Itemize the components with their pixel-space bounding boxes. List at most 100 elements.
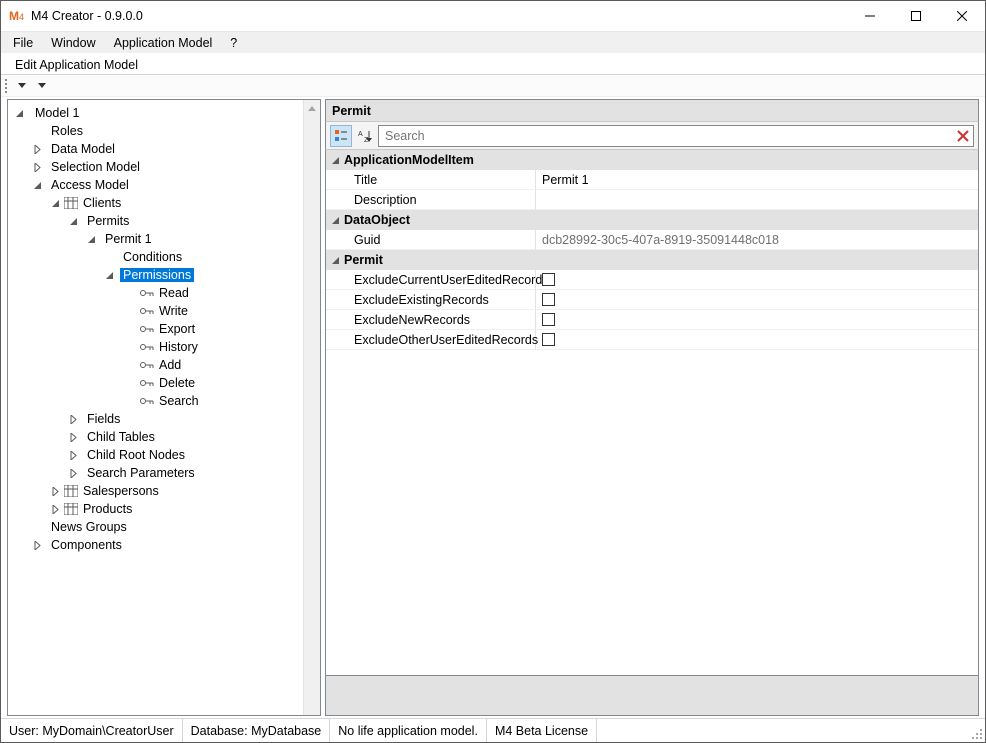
tree-panel: Model 1 Roles Data Model Selection Mode <box>7 99 321 716</box>
close-button[interactable] <box>939 1 985 31</box>
alphabetical-view-button[interactable]: AZ <box>354 125 376 147</box>
expand-icon[interactable] <box>48 502 62 516</box>
prop-row-exclude-existing[interactable]: ExcludeExistingRecords <box>326 290 978 310</box>
expand-icon[interactable] <box>66 412 80 426</box>
resize-grip-icon[interactable] <box>967 719 985 742</box>
menu-window[interactable]: Window <box>43 34 103 52</box>
collapse-icon[interactable] <box>84 232 98 246</box>
collapse-icon[interactable] <box>48 196 62 210</box>
app-logo-icon: M4 <box>9 8 25 24</box>
tree-node-salespersons[interactable]: Salespersons <box>8 482 303 500</box>
checkbox[interactable] <box>542 273 555 286</box>
statusbar: User: MyDomain\CreatorUser Database: MyD… <box>1 718 985 742</box>
expand-icon[interactable] <box>48 484 62 498</box>
tree-node-delete[interactable]: Delete <box>8 374 303 392</box>
expand-icon[interactable] <box>66 466 80 480</box>
toolbar-grip-icon <box>5 79 9 93</box>
scroll-up-icon[interactable] <box>304 100 320 117</box>
expand-icon[interactable] <box>30 160 44 174</box>
menu-help[interactable]: ? <box>222 34 245 52</box>
tree-node-write[interactable]: Write <box>8 302 303 320</box>
tree-node-model[interactable]: Model 1 <box>8 104 303 122</box>
checkbox[interactable] <box>542 333 555 346</box>
section-application-model-item[interactable]: ApplicationModelItem <box>326 150 978 170</box>
menu-file[interactable]: File <box>5 34 41 52</box>
collapse-icon[interactable] <box>66 214 80 228</box>
menubar: File Window Application Model ? <box>1 31 985 53</box>
collapse-icon[interactable] <box>328 153 342 167</box>
section-data-object[interactable]: DataObject <box>326 210 978 230</box>
tree-node-export[interactable]: Export <box>8 320 303 338</box>
collapse-icon[interactable] <box>12 106 26 120</box>
tree-scrollbar[interactable] <box>303 100 320 715</box>
minimize-button[interactable] <box>847 1 893 31</box>
tree-node-child-tables[interactable]: Child Tables <box>8 428 303 446</box>
checkbox[interactable] <box>542 293 555 306</box>
collapse-icon[interactable] <box>102 268 116 282</box>
maximize-button[interactable] <box>893 1 939 31</box>
key-icon <box>138 307 156 315</box>
collapse-icon[interactable] <box>328 253 342 267</box>
status-license: M4 Beta License <box>487 719 597 742</box>
window-title: M4 Creator - 0.9.0.0 <box>31 9 847 23</box>
expand-icon[interactable] <box>66 430 80 444</box>
tree-node-read[interactable]: Read <box>8 284 303 302</box>
table-icon <box>62 503 80 515</box>
clear-search-icon[interactable] <box>953 130 973 142</box>
checkbox[interactable] <box>542 313 555 326</box>
prop-row-exclude-other-user-edited[interactable]: ExcludeOtherUserEditedRecords <box>326 330 978 350</box>
key-icon <box>138 325 156 333</box>
toolbar-dropdown-button-2[interactable] <box>33 77 51 95</box>
status-user: User: MyDomain\CreatorUser <box>1 719 183 742</box>
tree-node-news-groups[interactable]: News Groups <box>8 518 303 536</box>
expand-icon[interactable] <box>66 448 80 462</box>
svg-text:M: M <box>9 9 19 23</box>
status-lifecycle: No life application model. <box>330 719 487 742</box>
tree-node-fields[interactable]: Fields <box>8 410 303 428</box>
tree-node-permit1[interactable]: Permit 1 <box>8 230 303 248</box>
tree-node-child-root-nodes[interactable]: Child Root Nodes <box>8 446 303 464</box>
key-icon <box>138 397 156 405</box>
expand-icon[interactable] <box>30 142 44 156</box>
tree-node-access-model[interactable]: Access Model <box>8 176 303 194</box>
menu-application-model[interactable]: Application Model <box>106 34 221 52</box>
key-icon <box>138 343 156 351</box>
toolbar-dropdown-button[interactable] <box>13 77 31 95</box>
prop-row-title[interactable]: Title Permit 1 <box>326 170 978 190</box>
key-icon <box>138 289 156 297</box>
categorized-view-button[interactable] <box>330 125 352 147</box>
status-database: Database: MyDatabase <box>183 719 331 742</box>
section-permit[interactable]: Permit <box>326 250 978 270</box>
svg-text:4: 4 <box>19 12 24 22</box>
tree-node-search-params[interactable]: Search Parameters <box>8 464 303 482</box>
key-icon <box>138 361 156 369</box>
prop-row-exclude-current-user-edited[interactable]: ExcludeCurrentUserEditedRecords <box>326 270 978 290</box>
tree-node-search[interactable]: Search <box>8 392 303 410</box>
description-panel <box>325 676 979 716</box>
key-icon <box>138 379 156 387</box>
prop-row-exclude-new[interactable]: ExcludeNewRecords <box>326 310 978 330</box>
table-icon <box>62 485 80 497</box>
property-grid: ApplicationModelItem Title Permit 1 Desc… <box>325 149 979 676</box>
tree-node-history[interactable]: History <box>8 338 303 356</box>
collapse-icon[interactable] <box>30 178 44 192</box>
tab-edit-application-model[interactable]: Edit Application Model <box>7 56 146 74</box>
toolbar <box>1 75 985 97</box>
collapse-icon[interactable] <box>328 213 342 227</box>
tree-node-conditions[interactable]: Conditions <box>8 248 303 266</box>
tree-node-permissions[interactable]: Permissions <box>8 266 303 284</box>
tree-node-clients[interactable]: Clients <box>8 194 303 212</box>
property-search-input[interactable] <box>379 129 953 143</box>
svg-text:A: A <box>358 131 363 138</box>
prop-row-guid[interactable]: Guid dcb28992-30c5-407a-8919-35091448c01… <box>326 230 978 250</box>
panel-title: Permit <box>325 99 979 121</box>
tree-node-selection-model[interactable]: Selection Model <box>8 158 303 176</box>
expand-icon[interactable] <box>30 538 44 552</box>
tree-node-roles[interactable]: Roles <box>8 122 303 140</box>
tree-node-components[interactable]: Components <box>8 536 303 554</box>
tree-node-add[interactable]: Add <box>8 356 303 374</box>
prop-row-description[interactable]: Description <box>326 190 978 210</box>
tree-node-permits[interactable]: Permits <box>8 212 303 230</box>
tree-node-data-model[interactable]: Data Model <box>8 140 303 158</box>
tree-node-products[interactable]: Products <box>8 500 303 518</box>
